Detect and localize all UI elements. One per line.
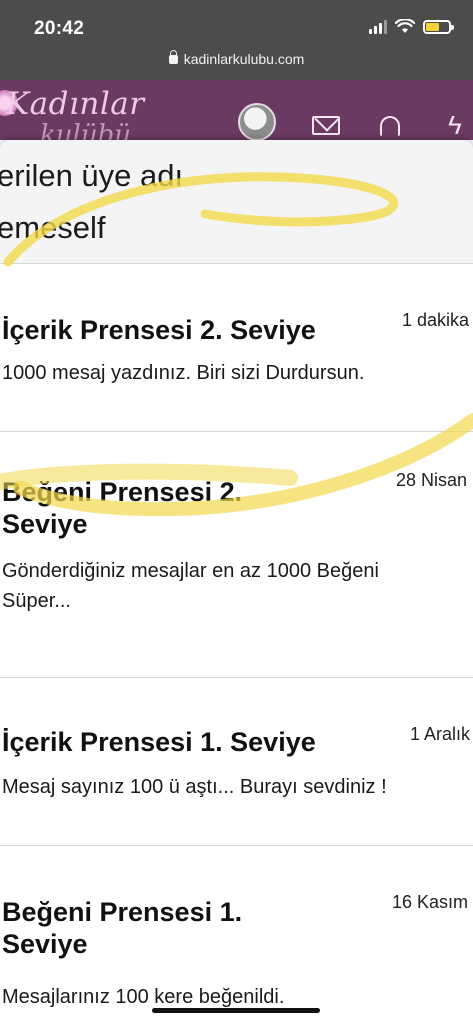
home-indicator[interactable] xyxy=(152,1008,320,1013)
alert-time: 1 Aralık xyxy=(410,724,471,744)
popup-header-line2[interactable]: emeself xyxy=(0,210,106,246)
site-logo-subtitle: kulübü xyxy=(40,120,131,140)
system-icons xyxy=(369,19,454,34)
alerts-popup: erilen üye adı emeself İçerik Prensesi 2… xyxy=(0,140,473,1024)
status-bar: 20:42 kadinlarkulubu.com xyxy=(0,0,473,80)
alert-item[interactable]: Beğeni Prensesi 2. Seviye 28 Nisan Gönde… xyxy=(0,432,473,678)
wifi-icon xyxy=(395,19,415,33)
signal-icon xyxy=(369,19,387,34)
popup-header: erilen üye adı emeself xyxy=(0,140,473,264)
clock: 20:42 xyxy=(34,18,85,39)
bell-icon[interactable] xyxy=(380,116,400,136)
alert-time: 16 Kasım xyxy=(392,892,469,912)
lightning-icon[interactable]: ϟ xyxy=(448,110,462,140)
battery-icon xyxy=(423,19,454,34)
alert-title[interactable]: İçerik Prensesi 1. Seviye xyxy=(2,726,382,758)
alert-title[interactable]: Beğeni Prensesi 2. Seviye xyxy=(2,476,302,541)
alert-text: Gönderdiğiniz mesajlar en az 1000 Beğeni xyxy=(2,560,379,582)
address-bar[interactable]: kadinlarkulubu.com xyxy=(0,50,473,67)
lock-icon xyxy=(168,50,178,64)
alert-time: 1 dakika xyxy=(402,310,470,330)
mail-icon[interactable] xyxy=(312,116,340,135)
site-header: Kadınlar kulübü ϟ xyxy=(0,80,473,140)
alert-title[interactable]: Beğeni Prensesi 1. Seviye xyxy=(2,896,302,961)
alert-item[interactable]: İçerik Prensesi 2. Seviye 1 dakika 1000 … xyxy=(0,264,473,432)
popup-header-line1: erilen üye adı xyxy=(0,158,184,193)
avatar[interactable] xyxy=(238,103,276,140)
alert-title[interactable]: İçerik Prensesi 2. Seviye xyxy=(2,314,382,346)
alert-text: 1000 mesaj yazdınız. Biri sizi Durdursun… xyxy=(2,362,365,384)
alert-text-continued: Süper... xyxy=(2,590,71,612)
alert-item[interactable]: Beğeni Prensesi 1. Seviye 16 Kasım Mesaj… xyxy=(0,846,473,1024)
alert-time: 28 Nisan xyxy=(396,470,468,490)
site-logo[interactable]: Kadınlar xyxy=(6,86,145,122)
url-text: kadinlarkulubu.com xyxy=(183,51,305,67)
alert-item[interactable]: İçerik Prensesi 1. Seviye 1 Aralık Mesaj… xyxy=(0,678,473,846)
alert-text: Mesaj sayınız 100 ü aştı... Burayı sevdi… xyxy=(2,776,387,798)
